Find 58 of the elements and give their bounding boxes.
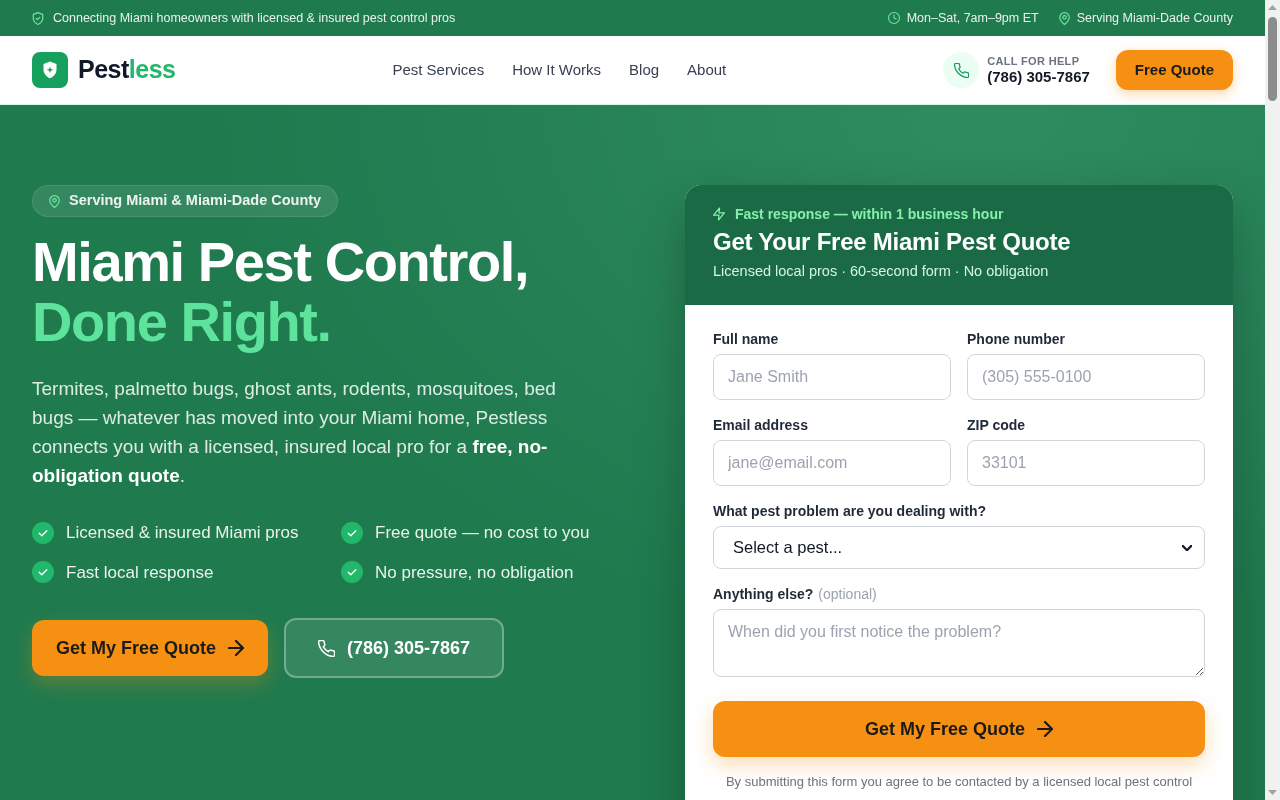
- check-icon: [32, 561, 54, 584]
- input-field[interactable]: 33101: [967, 440, 1205, 486]
- scrollbar[interactable]: [1265, 0, 1280, 800]
- badge-text: Serving Miami & Miami-Dade County: [69, 191, 322, 211]
- arrow-right-icon: [228, 640, 245, 656]
- headline-accent: Done Right.: [32, 292, 331, 352]
- input-field[interactable]: Jane Smith: [713, 354, 951, 400]
- call-button[interactable]: (786) 305-7867: [284, 618, 505, 678]
- pest-select[interactable]: Select a pest...: [713, 526, 1205, 569]
- nav-link[interactable]: Pest Services: [392, 58, 485, 82]
- clock-icon: [887, 12, 900, 24]
- submit-quote-button[interactable]: Get My Free Quote: [713, 701, 1205, 757]
- benefit-text: Fast local response: [66, 561, 214, 584]
- optional-hint: (optional): [818, 585, 877, 604]
- response-notice: Fast response — within 1 business hour: [735, 205, 1004, 224]
- benefit-text: No pressure, no obligation: [375, 561, 574, 584]
- get-quote-button[interactable]: Get My Free Quote: [32, 620, 269, 676]
- phone-icon: [943, 52, 980, 88]
- scroll-up-arrow-icon[interactable]: [1268, 5, 1277, 10]
- scrollbar-thumb[interactable]: [1268, 17, 1277, 101]
- phone-icon: [318, 639, 336, 657]
- scroll-down-arrow-icon[interactable]: [1268, 790, 1277, 795]
- input-field[interactable]: (305) 555-0100: [967, 354, 1205, 400]
- field-label: Email address: [713, 416, 808, 435]
- brand-wordmark[interactable]: Pestless: [78, 51, 176, 89]
- form-subtitle: Licensed local pros · 60-second form · No obligation: [713, 262, 1050, 281]
- location-pin-icon: [1058, 11, 1070, 25]
- input-field[interactable]: jane@email.com: [713, 440, 951, 486]
- shield-check-icon: [32, 11, 44, 25]
- nav-link[interactable]: How It Works: [512, 58, 602, 82]
- location-pin-icon: [49, 194, 60, 208]
- check-icon: [341, 521, 363, 544]
- free-quote-button[interactable]: Free Quote: [1115, 50, 1233, 90]
- field-label: ZIP code: [967, 416, 1026, 435]
- lightning-bolt-icon: [713, 207, 725, 221]
- header-phone-number[interactable]: (786) 305-7867: [987, 67, 1090, 86]
- check-icon: [341, 561, 363, 584]
- check-icon: [32, 521, 54, 544]
- benefit-text: Free quote — no cost to you: [375, 522, 590, 544]
- field-label: What pest problem are you dealing with?: [713, 502, 987, 521]
- nav-link[interactable]: Blog: [629, 58, 660, 82]
- benefit-text: Licensed & insured Miami pros: [66, 522, 299, 544]
- chevron-down-icon: [1182, 544, 1192, 551]
- business-hours: Mon–Sat, 7am–9pm ET: [906, 9, 1039, 27]
- service-area: Serving Miami-Dade County: [1076, 8, 1233, 28]
- message-field[interactable]: When did you first notice the problem?: [713, 609, 1205, 677]
- shield-logo-icon[interactable]: [32, 52, 68, 88]
- form-disclaimer: By submitting this form you agree to be contacted by a licensed local pest control: [724, 773, 1194, 791]
- arrow-right-icon: [1037, 721, 1053, 737]
- intro-paragraph: Termites, palmetto bugs, ghost ants, rodents, mosquitoes, bed bugs — whatever has moved into your Miami home, Pestless connects you with a licensed, insured local pro for a free, no-obligation quote.: [32, 377, 557, 488]
- form-title: Get Your Free Miami Pest Quote: [713, 227, 1072, 257]
- field-label: Anything else?: [713, 585, 814, 604]
- tagline: Connecting Miami homeowners with licensed & insured pest control pros: [53, 9, 456, 27]
- call-label: CALL FOR HELP: [987, 54, 1081, 68]
- field-label: Phone number: [967, 330, 1065, 349]
- field-label: Full name: [713, 330, 779, 349]
- headline: Miami Pest Control,: [32, 232, 529, 292]
- nav-link[interactable]: About: [687, 58, 727, 82]
